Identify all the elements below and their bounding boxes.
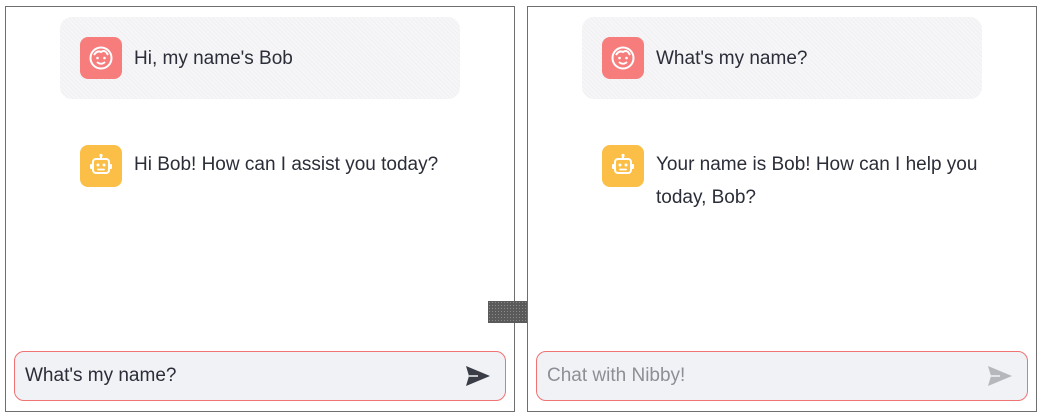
- chat-panel-before: Hi, my name's Bob Hi Bob! How can I assi…: [5, 6, 515, 412]
- user-avatar: [80, 37, 122, 79]
- send-button[interactable]: [985, 361, 1015, 391]
- assistant-message: Your name is Bob! How can I help you tod…: [582, 135, 992, 215]
- chat-panel-after: What's my name? Your name is Bob! How ca…: [527, 6, 1037, 412]
- assistant-avatar: [80, 145, 122, 187]
- assistant-avatar: [602, 145, 644, 187]
- send-icon: [988, 366, 1012, 386]
- send-button[interactable]: [463, 361, 493, 391]
- chat-input-container: [536, 351, 1028, 401]
- robot-icon: [90, 153, 112, 174]
- user-face-icon: [611, 46, 635, 70]
- user-message: Hi, my name's Bob: [60, 17, 460, 99]
- send-icon: [466, 366, 490, 386]
- user-face-icon: [89, 46, 113, 70]
- chat-input[interactable]: [547, 356, 985, 396]
- user-message: What's my name?: [582, 17, 982, 99]
- chat-input-container: [14, 351, 506, 401]
- assistant-message-text: Your name is Bob! How can I help you tod…: [656, 154, 978, 208]
- user-message-text: What's my name?: [656, 47, 808, 69]
- user-message-text: Hi, my name's Bob: [134, 47, 293, 69]
- assistant-message: Hi Bob! How can I assist you today?: [60, 135, 460, 215]
- chat-input[interactable]: [25, 356, 463, 396]
- assistant-message-text: Hi Bob! How can I assist you today?: [134, 154, 439, 175]
- robot-icon: [612, 153, 634, 174]
- user-avatar: [602, 37, 644, 79]
